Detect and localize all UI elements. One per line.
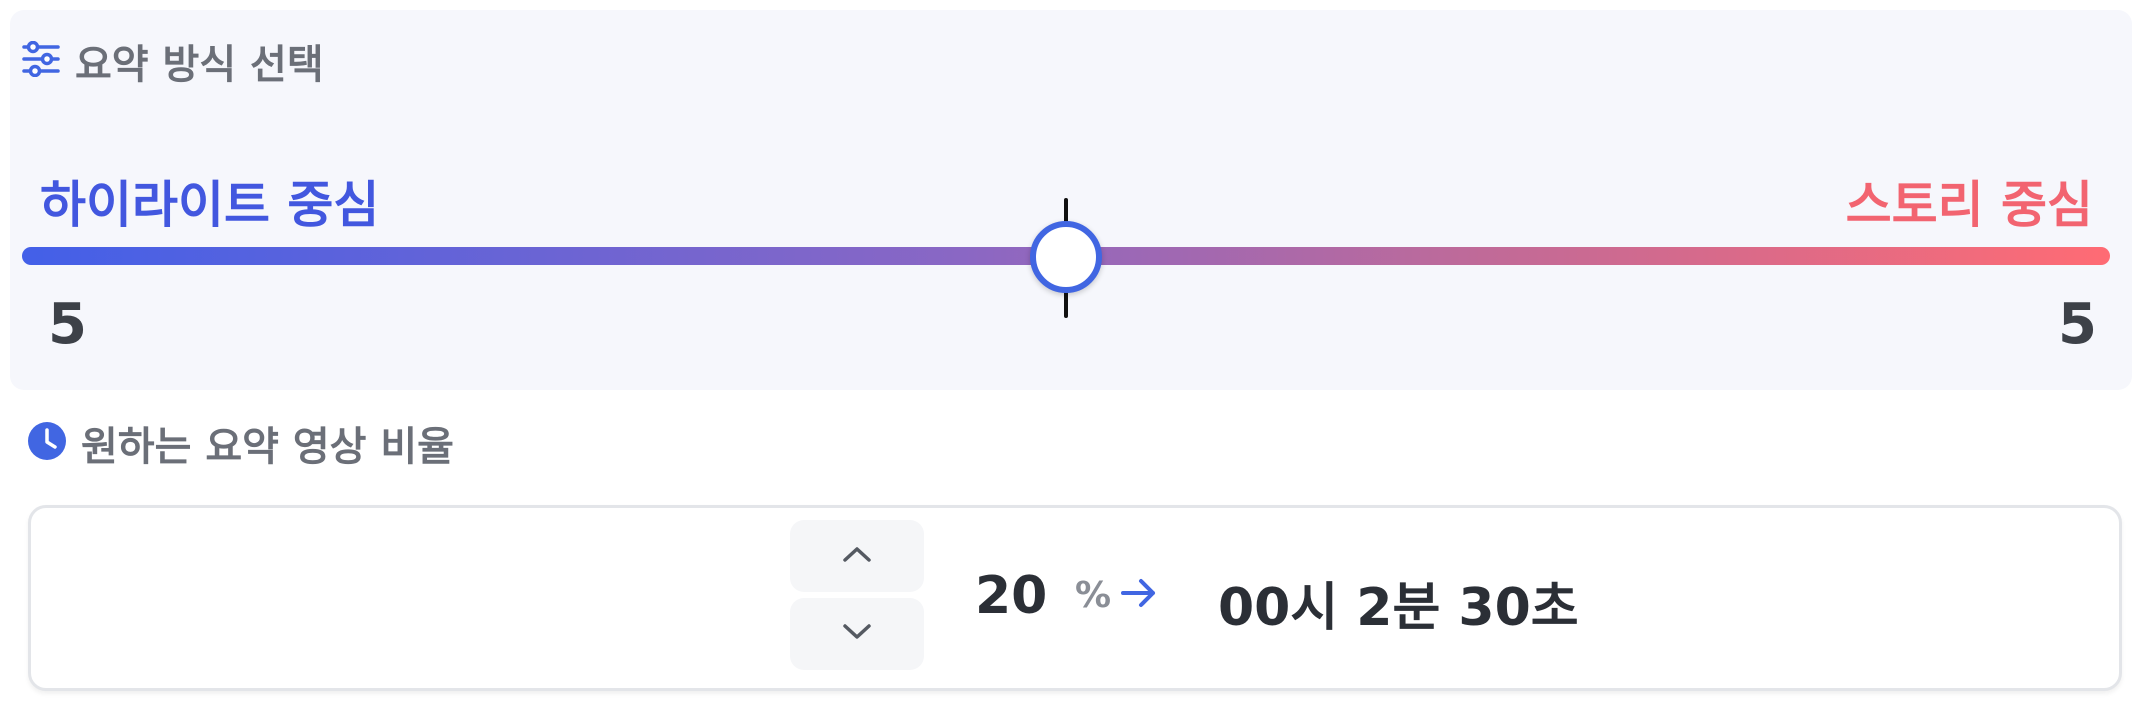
- clock-icon: [27, 421, 67, 465]
- ratio-increase-button[interactable]: [790, 520, 924, 592]
- highlight-weight-value: 5: [48, 292, 87, 357]
- summary-ratio-header: 원하는 요약 영상 비율: [27, 414, 454, 472]
- sliders-icon: [21, 40, 61, 81]
- summary-duration-value: 00시 2분 30초: [1218, 578, 1579, 638]
- chevron-down-icon: [842, 623, 872, 645]
- ratio-percent-value[interactable]: 20: [975, 566, 1047, 626]
- highlight-focus-label: 하이라이트 중심: [40, 176, 380, 234]
- percent-unit: %: [1075, 575, 1112, 616]
- summary-ratio-title: 원하는 요약 영상 비율: [81, 424, 454, 470]
- story-weight-value: 5: [2058, 292, 2097, 357]
- arrow-right-icon: [1120, 576, 1158, 614]
- chevron-up-icon: [842, 545, 872, 567]
- story-focus-label: 스토리 중심: [1845, 176, 2093, 234]
- ratio-decrease-button[interactable]: [790, 598, 924, 670]
- summary-mode-header: 요약 방식 선택: [21, 32, 324, 90]
- summary-mode-slider-thumb[interactable]: [1030, 221, 1102, 293]
- summary-mode-title: 요약 방식 선택: [75, 42, 324, 88]
